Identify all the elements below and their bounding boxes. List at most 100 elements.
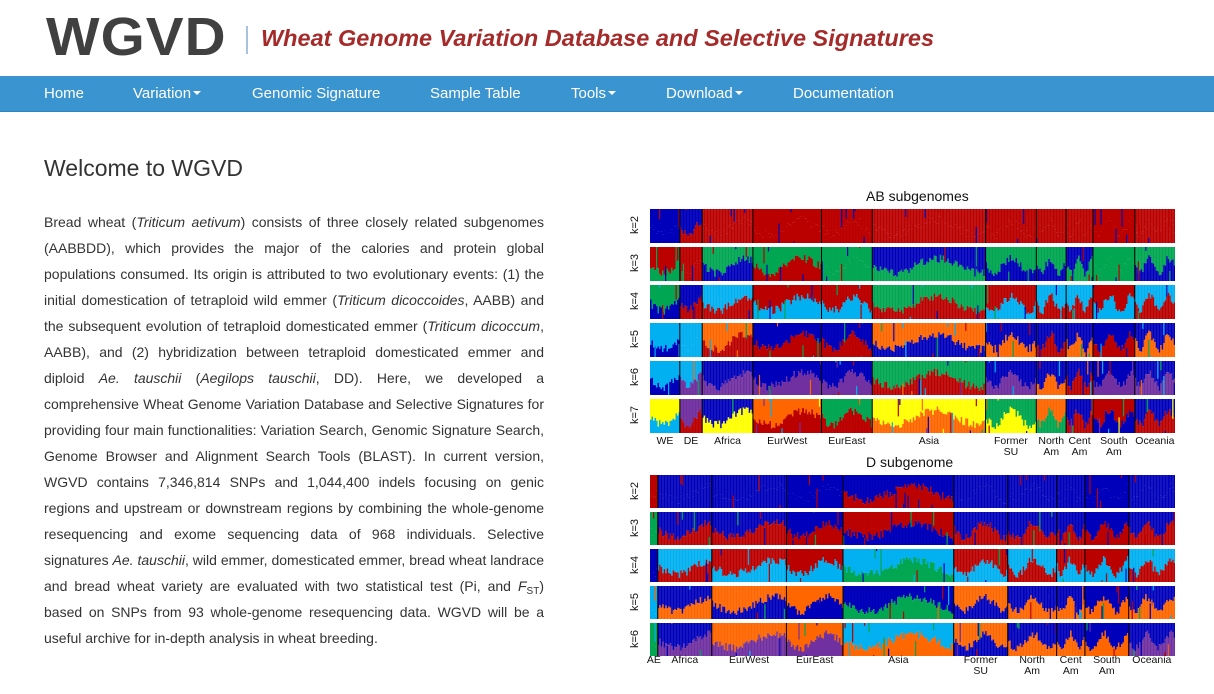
admixture-bar-segment xyxy=(857,337,860,357)
nav-documentation[interactable]: Documentation xyxy=(793,76,894,111)
admixture-bar-segment xyxy=(799,323,802,335)
nav-home[interactable]: Home xyxy=(44,76,84,111)
admixture-bar-segment xyxy=(1030,236,1033,243)
admixture-bar-segment xyxy=(900,385,903,395)
admixture-bar-segment xyxy=(735,475,738,501)
admixture-bar-segment xyxy=(703,285,706,309)
admixture-bar-segment xyxy=(728,499,730,508)
admixture-bar-segment xyxy=(924,409,927,433)
admixture-bar-segment xyxy=(1023,386,1025,395)
admixture-bar-segment xyxy=(723,285,725,308)
admixture-bar-segment xyxy=(1005,376,1007,395)
admixture-bar-segment xyxy=(953,399,955,420)
admixture-bar-segment xyxy=(1084,276,1086,281)
admixture-bar-segment xyxy=(1090,323,1092,341)
admixture-bar-segment xyxy=(1155,347,1158,357)
admixture-bar-segment xyxy=(823,339,825,357)
admixture-bar-segment xyxy=(939,238,941,243)
admixture-bar-segment xyxy=(975,385,978,395)
admixture-bar-segment xyxy=(935,296,937,319)
admixture-bar-segment xyxy=(865,302,867,319)
admixture-bar-segment xyxy=(1017,323,1019,337)
admixture-bar-segment xyxy=(715,323,718,348)
admixture-bar-segment xyxy=(866,267,869,281)
admixture-bar-segment xyxy=(897,247,900,273)
admixture-bar-segment xyxy=(709,235,711,243)
admixture-bar-segment xyxy=(887,399,889,423)
nav-download[interactable]: Download xyxy=(666,76,743,111)
admixture-bar-segment xyxy=(996,423,998,433)
admixture-bar-segment xyxy=(787,209,790,224)
admixture-bar-segment xyxy=(1030,247,1033,270)
admixture-bar-segment xyxy=(1018,223,1021,243)
admixture-bar-segment xyxy=(770,273,773,281)
admixture-bar-segment xyxy=(677,399,679,416)
admixture-bar-segment xyxy=(1000,345,1003,357)
admixture-bar-segment xyxy=(1103,300,1106,319)
nav-sample-table[interactable]: Sample Table xyxy=(430,76,521,111)
admixture-bar-segment xyxy=(718,323,721,353)
admixture-bar-segment xyxy=(975,226,977,243)
admixture-bar-segment xyxy=(776,475,778,490)
admixture-bar-segment xyxy=(1140,285,1143,313)
admixture-bar-segment xyxy=(856,247,858,258)
admixture-bar-segment xyxy=(987,268,989,281)
admixture-bar-segment xyxy=(824,307,827,319)
admixture-bar-segment xyxy=(997,426,1000,433)
admixture-bar-segment xyxy=(915,376,918,395)
admixture-bar-segment xyxy=(1124,247,1127,264)
admixture-bar-segment xyxy=(1020,343,1022,357)
admixture-bar-segment xyxy=(715,269,718,281)
admixture-bar-segment xyxy=(1155,209,1158,232)
admixture-bar-segment xyxy=(936,361,939,370)
admixture-bar-segment xyxy=(944,262,946,281)
admixture-bar-segment xyxy=(1058,352,1061,357)
nav-genomic-signature[interactable]: Genomic Signature xyxy=(252,76,380,111)
admixture-bar-segment xyxy=(862,227,864,243)
admixture-bar-segment xyxy=(930,247,933,260)
admixture-bar-segment xyxy=(944,298,946,319)
admixture-bar-segment xyxy=(906,361,909,383)
admixture-bar-segment xyxy=(948,285,951,303)
admixture-bar-segment xyxy=(696,381,698,395)
nav-variation[interactable]: Variation xyxy=(133,76,202,111)
admixture-bar-segment xyxy=(1169,361,1171,375)
admixture-bar-segment xyxy=(777,487,780,508)
admixture-bar-segment xyxy=(1021,230,1024,243)
admixture-bar-segment xyxy=(1155,361,1158,382)
admixture-bar-segment xyxy=(787,475,790,494)
logo[interactable]: WGVD xyxy=(46,6,227,68)
admixture-bar-segment xyxy=(1107,217,1110,243)
admixture-bar-segment xyxy=(797,408,800,433)
admixture-bar-segment xyxy=(723,475,726,499)
admixture-bar-segment xyxy=(1101,399,1104,425)
nav-tools[interactable]: Tools xyxy=(571,76,617,111)
admixture-bar-segment xyxy=(826,361,828,383)
admixture-bar-segment xyxy=(1029,209,1031,236)
admixture-bar-segment xyxy=(654,270,657,281)
admixture-bar-segment xyxy=(729,380,731,395)
admixture-bar-segment xyxy=(1040,361,1043,390)
admixture-bar-segment xyxy=(1014,323,1016,339)
admixture-bar-segment xyxy=(950,209,952,227)
admixture-bar-segment xyxy=(1076,332,1079,357)
admixture-bar-segment xyxy=(805,399,808,410)
admixture-bar-segment xyxy=(794,255,797,281)
admixture-bar-segment xyxy=(1069,346,1071,357)
admixture-bar-segment xyxy=(1012,298,1015,319)
admixture-bar-segment xyxy=(1017,263,1019,281)
admixture-bar-segment xyxy=(809,247,812,258)
admixture-bar-segment xyxy=(763,236,766,243)
admixture-bar-segment xyxy=(962,399,964,425)
admixture-bar-segment xyxy=(665,361,667,385)
admixture-bar-segment xyxy=(863,323,866,346)
admixture-bar-segment xyxy=(1124,263,1127,281)
admixture-bar-segment xyxy=(706,304,709,319)
admixture-bar-segment xyxy=(697,209,700,226)
admixture-bar-segment xyxy=(688,399,691,428)
admixture-bar-segment xyxy=(939,399,942,412)
admixture-bar-segment xyxy=(801,496,803,508)
admixture-bar-segment xyxy=(1003,285,1006,299)
admixture-bar-segment xyxy=(932,247,934,261)
admixture-bar-segment xyxy=(903,247,906,270)
